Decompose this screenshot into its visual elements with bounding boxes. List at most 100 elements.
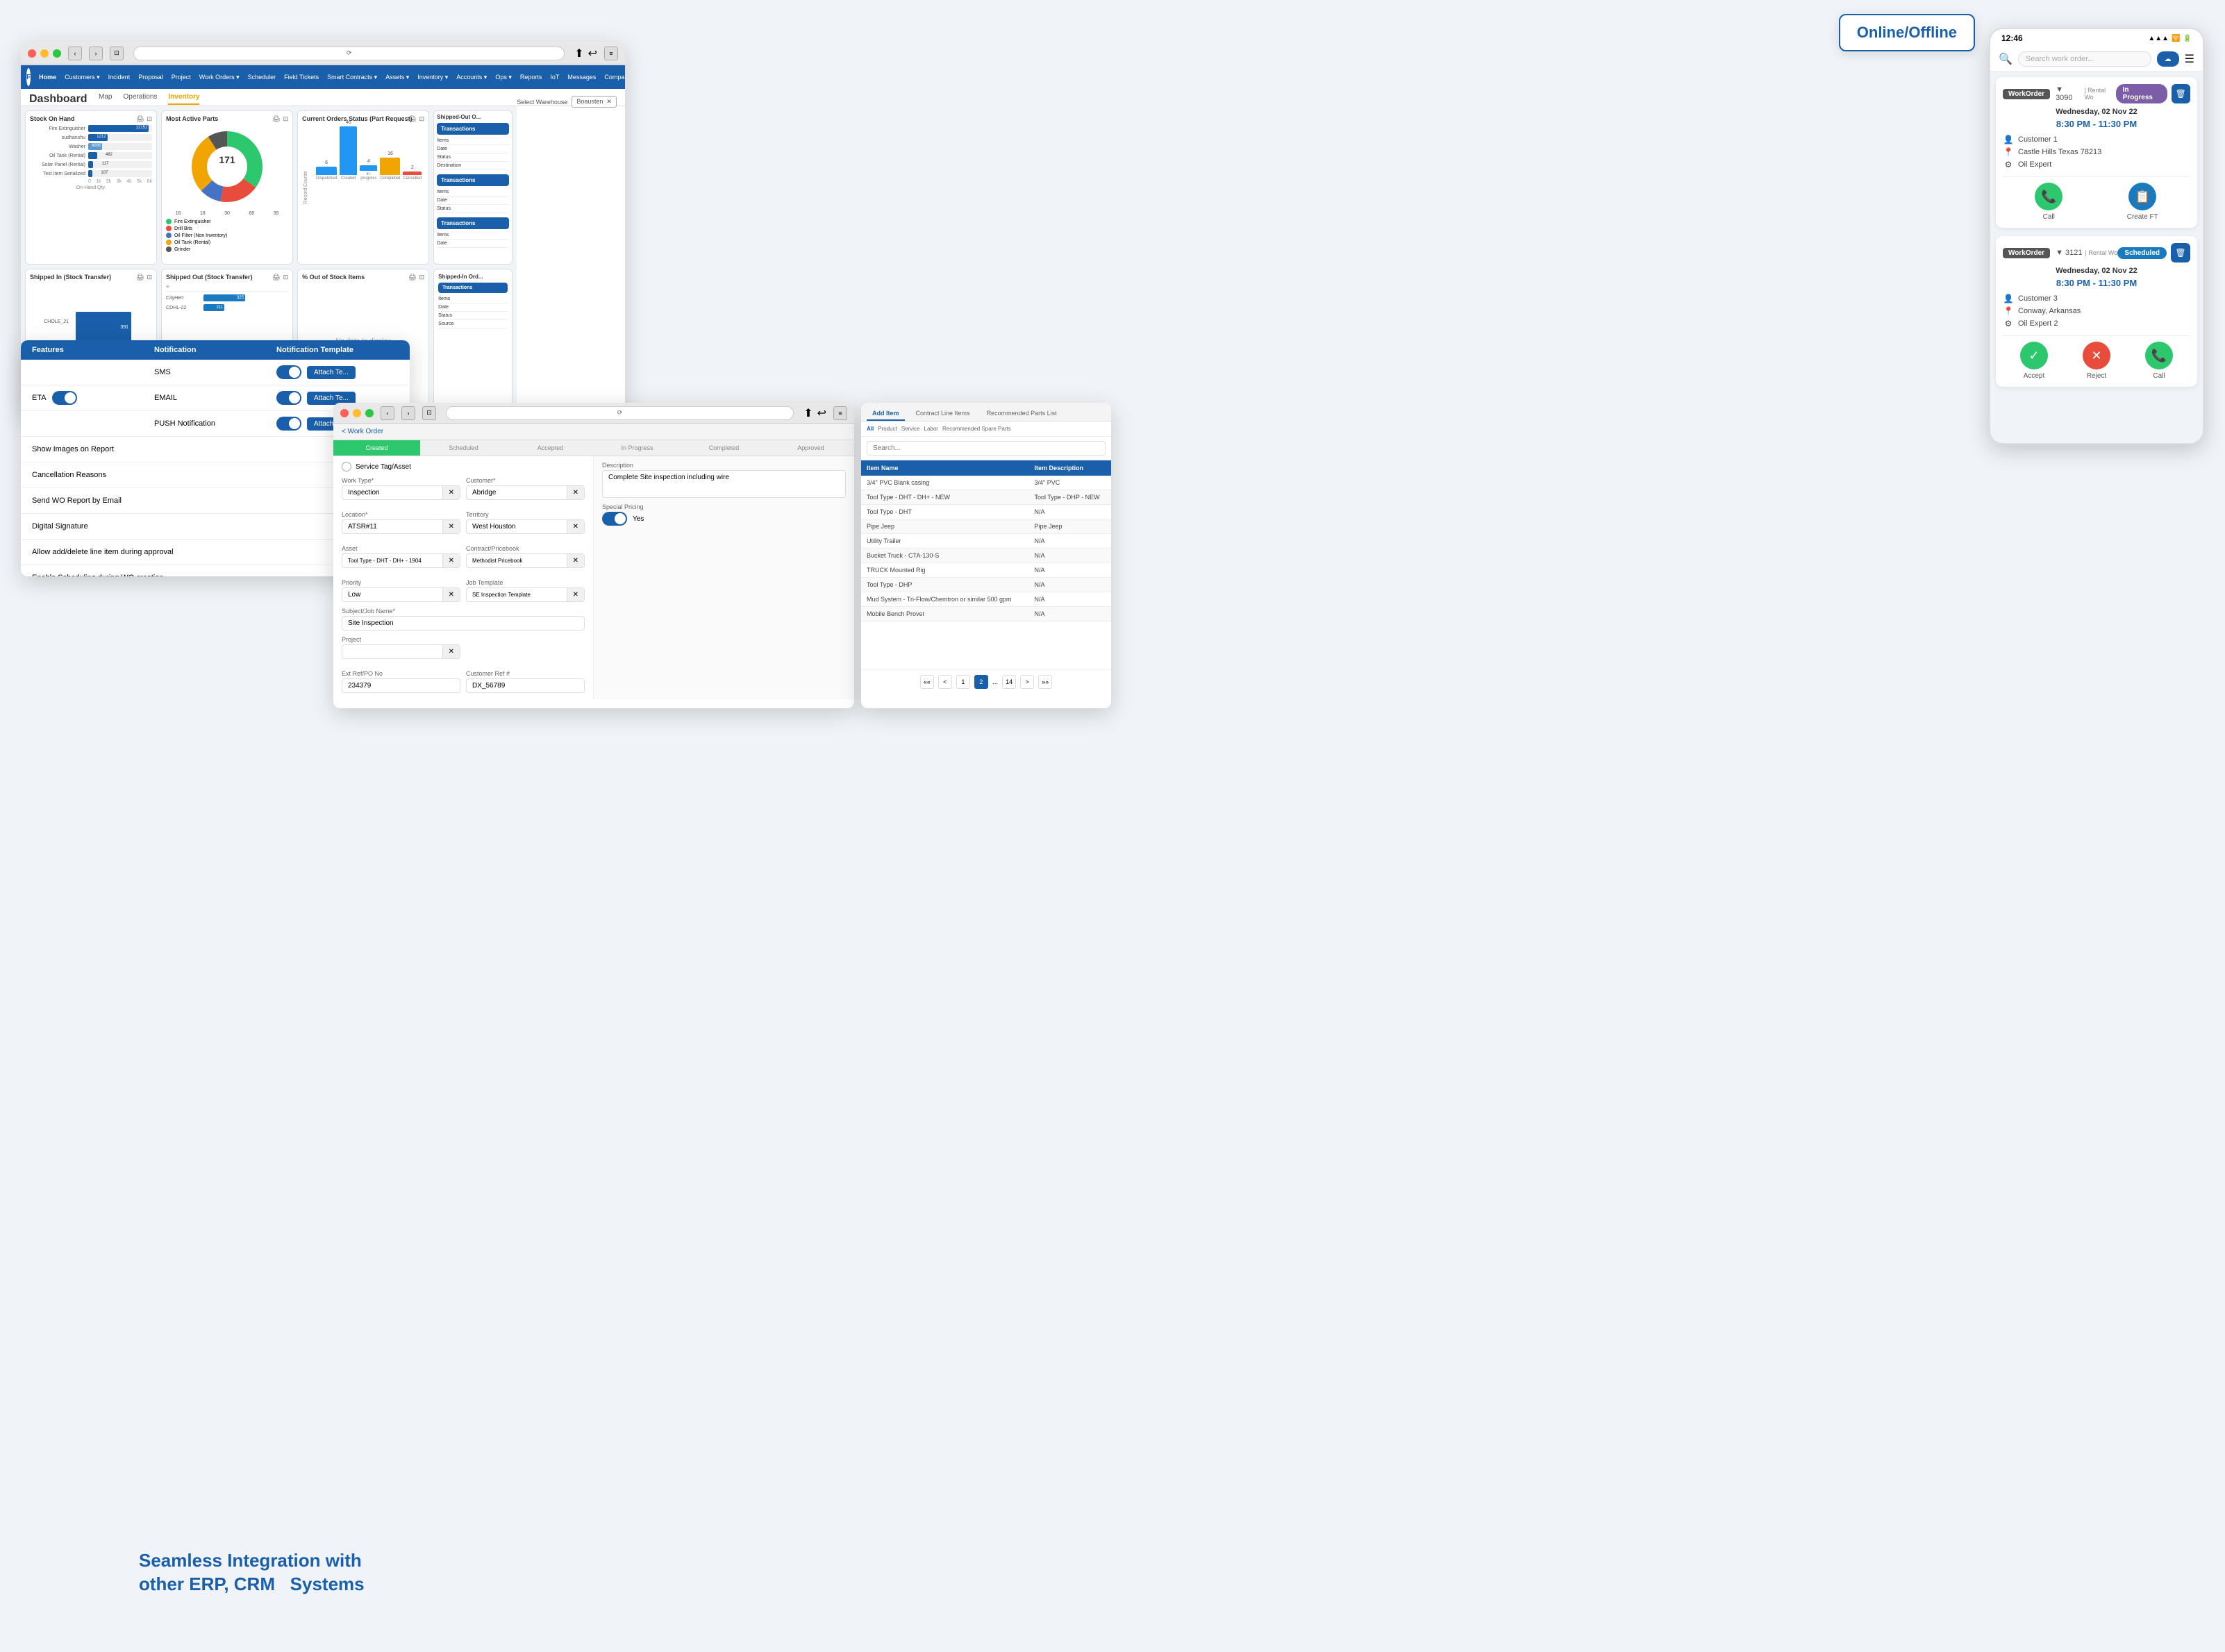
eta-toggle[interactable] [52,391,77,405]
wo-expand-btn[interactable]: ⊡ [422,406,436,420]
minimize-dot[interactable] [40,49,49,58]
subtab-service[interactable]: Service [901,426,920,432]
nav-scheduler[interactable]: Scheduler [248,74,276,81]
service-tag-radio[interactable] [342,462,351,472]
description-input[interactable]: Complete Site inspection including wire [602,470,846,498]
nav-accounts[interactable]: Accounts ▾ [456,74,487,81]
warehouse-select[interactable]: Boausten ✕ [572,96,617,108]
subtab-labor[interactable]: Labor [924,426,938,432]
tab-add-item[interactable]: Add Item [867,407,905,421]
expand-icon-3[interactable]: ⊡ [419,115,425,123]
step-accepted[interactable]: Accepted [507,440,594,456]
wo-url-bar[interactable]: ⟳ [446,406,794,420]
nav-fieldtickets[interactable]: Field Tickets [284,74,319,81]
mobile-menu-icon[interactable]: ☰ [2185,52,2194,66]
wo-createft-btn-1[interactable]: 📋 Create FT [2127,183,2158,221]
expand-icon-2[interactable]: ⊡ [283,115,289,123]
wo-back-btn[interactable]: ‹ [381,406,394,420]
location-input[interactable]: ATSR#11 ✕ [342,519,460,534]
push-toggle[interactable] [276,417,301,431]
wo-fwd-btn[interactable]: › [401,406,415,420]
sms-toggle[interactable] [276,365,301,379]
back-button[interactable]: ‹ [68,47,82,60]
print-icon-5[interactable]: 🖨 [272,274,280,281]
step-inprogress[interactable]: In Progress [594,440,681,456]
tab-inventory[interactable]: Inventory [168,93,199,105]
step-approved[interactable]: Approved [767,440,854,456]
expand-icon[interactable]: ⊡ [147,115,153,123]
page-prev[interactable]: < [938,675,952,689]
step-scheduled[interactable]: Scheduled [420,440,507,456]
tab-recommended-parts[interactable]: Recommended Parts List [981,407,1062,421]
print-icon-3[interactable]: 🖨 [408,115,416,123]
tab-contract-lines[interactable]: Contract Line Items [910,407,976,421]
nav-messages[interactable]: Messages [567,74,596,81]
wo-back-link[interactable]: < Work Order [342,428,383,435]
special-pricing-toggle[interactable] [602,512,627,526]
nav-ops[interactable]: Ops ▾ [495,74,512,81]
tab-map[interactable]: Map [99,93,112,105]
page-2[interactable]: 2 [974,675,988,689]
wo-accept-btn[interactable]: ✓ Accept [2020,342,2048,380]
ext-ref-input[interactable]: 234379 [342,678,460,693]
wo-call-btn-1[interactable]: 📞 Call [2035,183,2062,221]
wo-call-btn-2[interactable]: 📞 Call [2145,342,2173,380]
wo-menu-btn[interactable]: ≡ [833,406,847,420]
sms-attach-btn[interactable]: Attach Te... [307,366,356,379]
subject-input[interactable]: Site Inspection [342,616,585,631]
customer-input[interactable]: Abridge ✕ [466,485,585,500]
email-toggle[interactable] [276,391,301,405]
print-icon-6[interactable]: 🖨 [408,274,416,281]
expand-icon-6[interactable]: ⊡ [419,274,425,281]
customer-ref-input[interactable]: DX_56789 [466,678,585,693]
page-first[interactable]: «« [920,675,934,689]
subtab-all[interactable]: All [867,426,874,432]
menu-button[interactable]: ≡ [604,47,618,60]
url-bar[interactable]: ⟳ [133,47,565,60]
page-14[interactable]: 14 [1002,675,1016,689]
job-template-input[interactable]: SE Inspection Template ✕ [466,587,585,602]
maximize-dot[interactable] [53,49,61,58]
close-dot[interactable] [28,49,36,58]
nav-company[interactable]: Company ▾ [604,74,625,81]
subtab-product[interactable]: Product [878,426,897,432]
wo-maximize-dot[interactable] [365,409,374,417]
wo-close-dot[interactable] [340,409,349,417]
expand-icon-5[interactable]: ⊡ [283,274,289,281]
contract-input[interactable]: Methodist Pricebook ✕ [466,553,585,568]
nav-home[interactable]: Home [39,74,56,81]
wo-minimize-dot[interactable] [353,409,361,417]
print-icon-2[interactable]: 🖨 [272,115,280,123]
nav-project[interactable]: Project [172,74,191,81]
step-completed[interactable]: Completed [681,440,767,456]
print-icon-4[interactable]: 🖨 [136,274,144,281]
items-search-input[interactable] [867,441,1106,456]
subtab-spare-parts[interactable]: Recommended Spare Parts [942,426,1011,432]
page-next[interactable]: > [1020,675,1034,689]
step-created[interactable]: Created [333,440,420,456]
nav-customers[interactable]: Customers ▾ [65,74,100,81]
nav-workorders[interactable]: Work Orders ▾ [199,74,240,81]
tab-operations[interactable]: Operations [123,93,157,105]
forward-button[interactable]: › [89,47,103,60]
project-input[interactable]: ✕ [342,644,460,659]
window-expand-button[interactable]: ⊡ [110,47,124,60]
print-icon[interactable]: 🖨 [136,115,144,123]
mobile-search-input[interactable]: Search work order... [2018,51,2151,67]
wo-delete-2[interactable]: 🗑 [2171,243,2190,262]
territory-input[interactable]: West Houston ✕ [466,519,585,534]
nav-smartcontracts[interactable]: Smart Contracts ▾ [327,74,377,81]
priority-input[interactable]: Low ✕ [342,587,460,602]
asset-input[interactable]: Tool Type - DHT - DH+ - 1904 ✕ [342,553,460,568]
page-1[interactable]: 1 [956,675,970,689]
nav-assets[interactable]: Assets ▾ [385,74,409,81]
nav-proposal[interactable]: Proposal [138,74,163,81]
nav-reports[interactable]: Reports [520,74,542,81]
nav-incident[interactable]: Incident [108,74,131,81]
page-last[interactable]: »» [1038,675,1052,689]
nav-inventory[interactable]: Inventory ▾ [417,74,448,81]
work-type-input[interactable]: Inspection ✕ [342,485,460,500]
nav-iot[interactable]: IoT [550,74,559,81]
wo-reject-btn[interactable]: ✕ Reject [2083,342,2110,380]
expand-icon-4[interactable]: ⊡ [147,274,153,281]
